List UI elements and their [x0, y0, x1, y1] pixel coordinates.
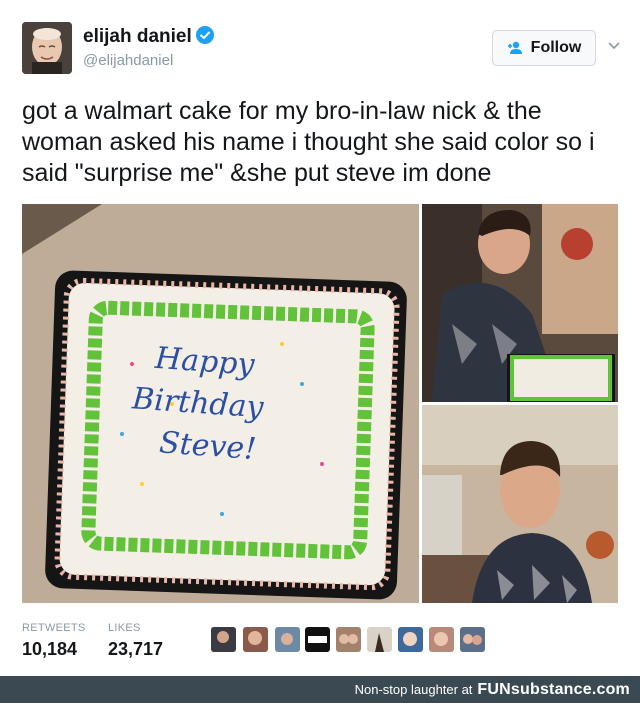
likes-label: LIKES — [108, 622, 141, 634]
liker-avatar[interactable] — [336, 627, 361, 652]
liker-avatar[interactable] — [305, 627, 330, 652]
tweet-media[interactable]: Happy Birthday Steve! — [22, 204, 618, 603]
tweet-header: elijah daniel @elijahdaniel Follow — [22, 22, 620, 76]
author-handle[interactable]: @elijahdaniel — [83, 52, 173, 69]
photo-man-with-cake[interactable] — [422, 204, 618, 402]
author-name-text[interactable]: elijah daniel — [83, 26, 192, 47]
liker-avatar[interactable] — [429, 627, 454, 652]
stats-likes[interactable]: LIKES 23,717 — [108, 622, 163, 660]
liker-avatar[interactable] — [460, 627, 485, 652]
liker-avatar[interactable] — [211, 627, 236, 652]
photo-man-portrait[interactable] — [422, 405, 618, 603]
footer-tagline: Non-stop laughter at — [354, 682, 473, 697]
liker-avatar[interactable] — [275, 627, 300, 652]
retweets-label: RETWEETS — [22, 622, 86, 634]
cake-writing: Happy Birthday Steve! — [128, 336, 356, 477]
chevron-down-icon[interactable] — [606, 38, 622, 54]
follow-label: Follow — [530, 39, 582, 56]
stats-retweets[interactable]: RETWEETS 10,184 — [22, 622, 86, 660]
watermark-footer: Non-stop laughter at FUNsubstance.com — [0, 676, 640, 703]
likes-count: 23,717 — [108, 639, 164, 659]
verified-badge-icon — [195, 26, 214, 44]
author-name[interactable]: elijah daniel — [83, 26, 214, 48]
footer-brand: FUNsubstance.com — [477, 680, 630, 698]
liker-avatar[interactable] — [398, 627, 423, 652]
follow-button[interactable]: Follow — [492, 30, 596, 66]
retweets-count: 10,184 — [22, 639, 78, 659]
photo-cake[interactable]: Happy Birthday Steve! — [22, 204, 419, 603]
follow-person-icon — [507, 41, 522, 54]
liker-avatar[interactable] — [243, 627, 268, 652]
tweet-text: got a walmart cake for my bro-in-law nic… — [22, 97, 595, 187]
avatar[interactable] — [22, 22, 72, 74]
liker-avatar[interactable] — [367, 627, 392, 652]
